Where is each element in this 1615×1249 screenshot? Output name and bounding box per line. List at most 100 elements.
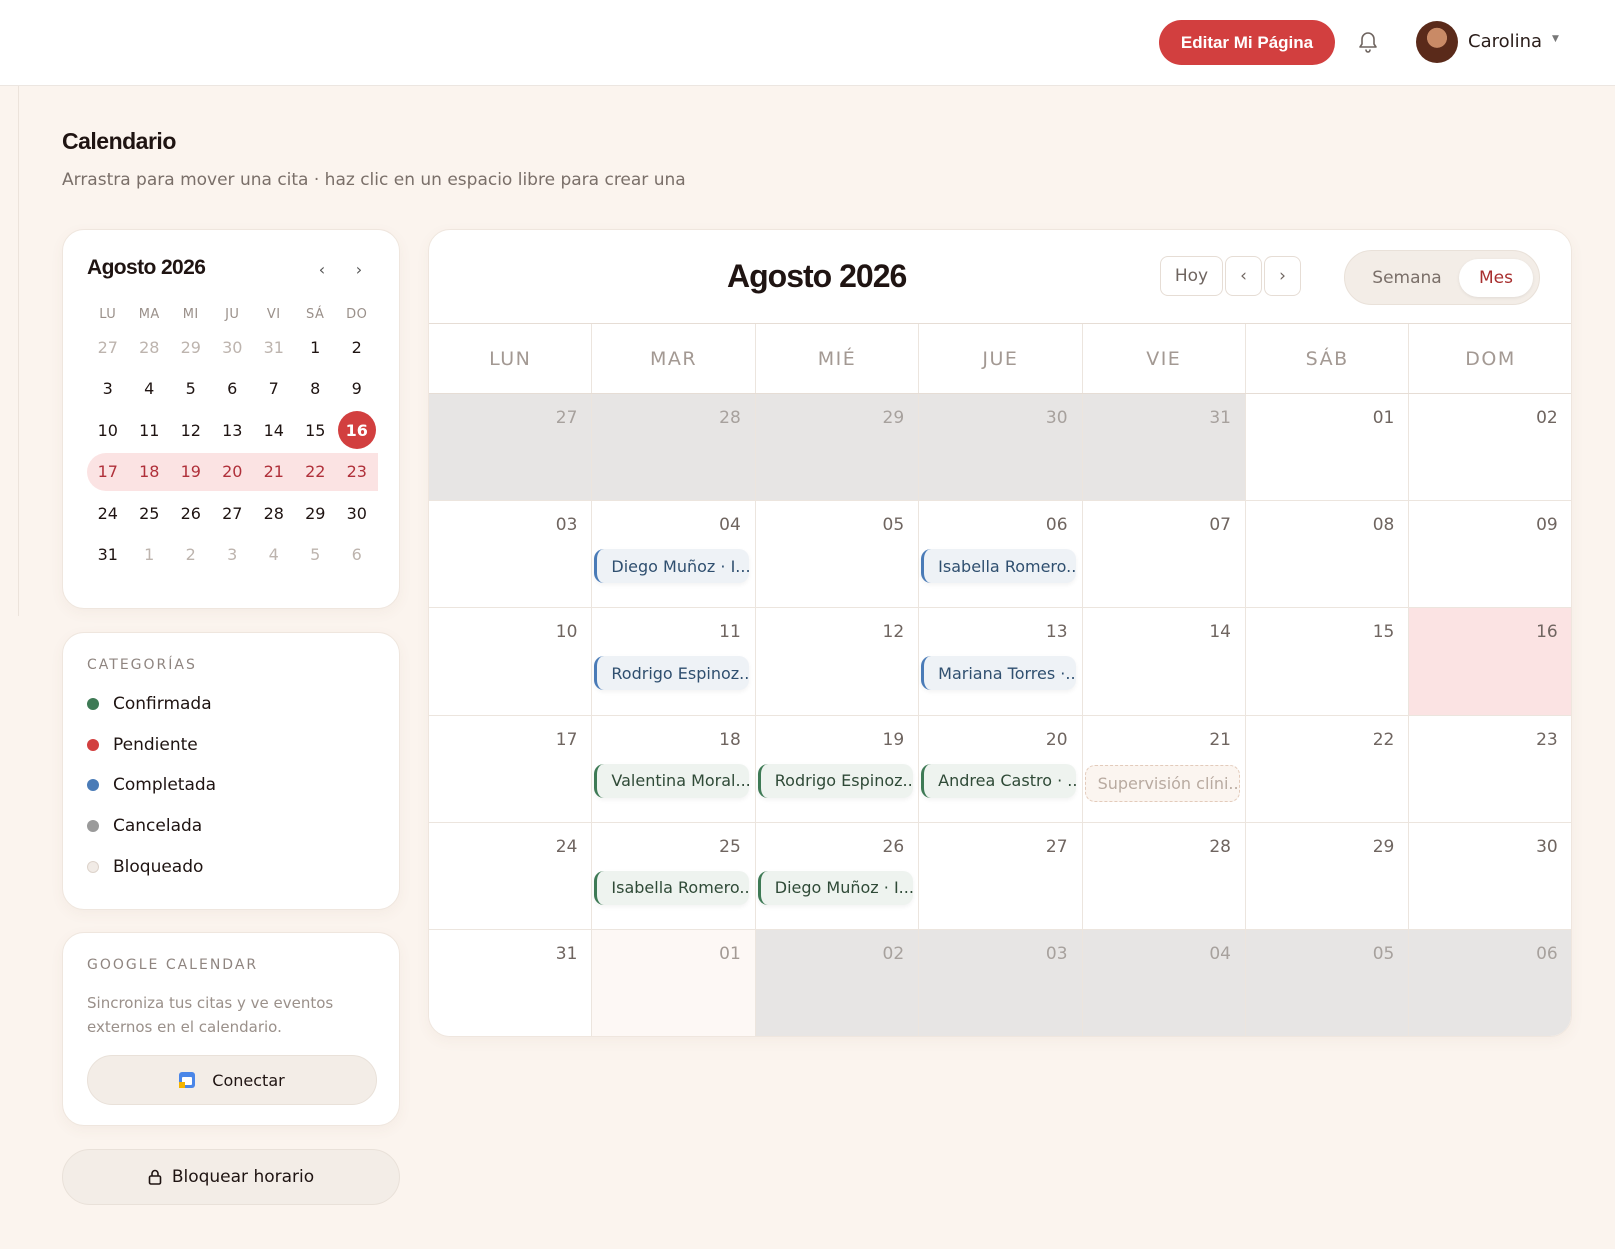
mini-day[interactable]: 28 (129, 328, 171, 366)
mini-day[interactable]: 6 (212, 370, 254, 408)
day-cell[interactable]: 30 (919, 394, 1083, 502)
day-cell[interactable]: 29 (755, 394, 920, 502)
day-cell[interactable]: 11 Rodrigo Espinoz... (592, 608, 756, 716)
day-cell[interactable]: 03 (919, 929, 1083, 1036)
day-cell[interactable]: 02 (755, 929, 920, 1036)
mini-prev-month-button[interactable]: ‹ (311, 258, 333, 280)
mini-day[interactable]: 10 (87, 411, 129, 449)
day-cell[interactable]: 23 (1409, 715, 1571, 823)
day-cell[interactable]: 16 (1409, 608, 1571, 716)
day-cell[interactable]: 31 (1082, 394, 1246, 502)
mini-day[interactable]: 4 (129, 370, 171, 408)
day-cell[interactable]: 03 (429, 501, 593, 609)
day-cell[interactable]: 06 Isabella Romero... (919, 501, 1083, 609)
mini-day[interactable]: 28 (253, 494, 295, 532)
mini-day[interactable]: 24 (87, 494, 129, 532)
day-cell[interactable]: 10 (429, 608, 593, 716)
appointment-event[interactable]: Diego Muñoz · I... (594, 549, 750, 584)
mini-day[interactable]: 4 (253, 536, 295, 574)
appointment-event[interactable]: Mariana Torres ·... (921, 656, 1077, 691)
day-cell[interactable]: 25 Isabella Romero... (592, 822, 756, 930)
mini-day[interactable]: 19 (170, 452, 212, 491)
mini-day[interactable]: 27 (87, 328, 129, 366)
blocked-slot[interactable]: Supervisión clíni... (1084, 764, 1240, 802)
mini-day[interactable]: 31 (253, 328, 295, 366)
mini-next-month-button[interactable]: › (348, 258, 370, 280)
mini-day[interactable]: 16 (336, 411, 378, 450)
mini-day[interactable]: 12 (170, 411, 212, 449)
day-cell[interactable]: 05 (755, 501, 920, 609)
day-cell[interactable]: 30 (1409, 822, 1571, 930)
mini-day[interactable]: 25 (129, 494, 171, 532)
day-cell[interactable]: 06 (1409, 929, 1571, 1036)
appointment-event[interactable]: Isabella Romero... (594, 870, 750, 905)
day-cell[interactable]: 28 (1082, 822, 1246, 930)
next-month-button[interactable]: › (1264, 256, 1301, 296)
today-button[interactable]: Hoy (1160, 256, 1223, 296)
mini-day[interactable]: 29 (170, 328, 212, 366)
mini-day[interactable]: 11 (129, 411, 171, 449)
mini-day[interactable]: 3 (212, 536, 254, 574)
mini-day[interactable]: 31 (87, 536, 129, 574)
appointment-event[interactable]: Valentina Moral... (594, 763, 750, 798)
category-item[interactable]: Pendiente (87, 733, 198, 757)
mini-day[interactable]: 30 (212, 328, 254, 366)
user-name[interactable]: Carolina (1468, 31, 1542, 52)
day-cell[interactable]: 08 (1245, 501, 1410, 609)
mini-day[interactable]: 8 (295, 370, 337, 408)
day-cell[interactable]: 19 Rodrigo Espinoz... (755, 715, 920, 823)
day-cell[interactable]: 17 (429, 715, 593, 823)
day-cell[interactable]: 04 Diego Muñoz · I... (592, 501, 756, 609)
connect-google-button[interactable]: Conectar (87, 1055, 377, 1105)
mini-day[interactable]: 27 (212, 494, 254, 532)
prev-month-button[interactable]: ‹ (1225, 256, 1262, 296)
chevron-down-icon[interactable]: ▼ (1552, 34, 1559, 44)
mini-day[interactable]: 29 (295, 494, 337, 532)
appointment-event[interactable]: Isabella Romero... (921, 549, 1077, 584)
day-cell[interactable]: 21 Supervisión clíni... (1082, 715, 1246, 823)
mini-day[interactable]: 5 (170, 370, 212, 408)
day-cell[interactable]: 27 (919, 822, 1083, 930)
day-cell[interactable]: 26 Diego Muñoz · I... (755, 822, 920, 930)
mini-day[interactable]: 23 (336, 452, 378, 491)
appointment-event[interactable]: Andrea Castro · ... (921, 763, 1077, 798)
mini-day[interactable]: 15 (295, 411, 337, 449)
mini-day[interactable]: 26 (170, 494, 212, 532)
appointment-event[interactable]: Rodrigo Espinoz... (757, 763, 913, 798)
mini-day[interactable]: 5 (295, 536, 337, 574)
day-cell[interactable]: 12 (755, 608, 920, 716)
day-cell[interactable]: 27 (429, 394, 593, 502)
category-item[interactable]: Bloqueado (87, 855, 203, 879)
mini-day[interactable]: 22 (294, 452, 336, 491)
day-cell[interactable]: 09 (1409, 501, 1571, 609)
mini-day[interactable]: 18 (128, 452, 170, 491)
appointment-event[interactable]: Rodrigo Espinoz... (594, 656, 750, 691)
day-cell[interactable]: 31 (429, 929, 593, 1036)
mini-day[interactable]: 2 (336, 328, 378, 366)
appointment-event[interactable]: Diego Muñoz · I... (757, 870, 913, 905)
avatar[interactable] (1416, 21, 1458, 63)
category-item[interactable]: Cancelada (87, 814, 202, 838)
mini-day[interactable]: 7 (253, 370, 295, 408)
category-item[interactable]: Completada (87, 773, 216, 797)
mini-day[interactable]: 14 (253, 411, 295, 449)
mini-day[interactable]: 17 (87, 452, 129, 491)
view-week-button[interactable]: Semana (1357, 259, 1457, 297)
day-cell[interactable]: 18 Valentina Moral... (592, 715, 756, 823)
mini-day[interactable]: 13 (212, 411, 254, 449)
day-cell[interactable]: 07 (1082, 501, 1246, 609)
day-cell[interactable]: 20 Andrea Castro · ... (919, 715, 1083, 823)
mini-day[interactable]: 9 (336, 370, 378, 408)
edit-my-page-button[interactable]: Editar Mi Página (1159, 20, 1335, 65)
day-cell[interactable]: 15 (1245, 608, 1410, 716)
block-schedule-button[interactable]: Bloquear horario (62, 1149, 400, 1205)
mini-day[interactable]: 21 (253, 452, 295, 491)
day-cell[interactable]: 24 (429, 822, 593, 930)
view-month-button[interactable]: Mes (1459, 259, 1533, 297)
day-cell[interactable]: 01 (1245, 394, 1410, 502)
mini-day[interactable]: 2 (170, 536, 212, 574)
bell-icon[interactable] (1356, 29, 1380, 55)
mini-day[interactable]: 3 (87, 370, 129, 408)
day-cell[interactable]: 29 (1245, 822, 1410, 930)
day-cell[interactable]: 13 Mariana Torres ·... (919, 608, 1083, 716)
